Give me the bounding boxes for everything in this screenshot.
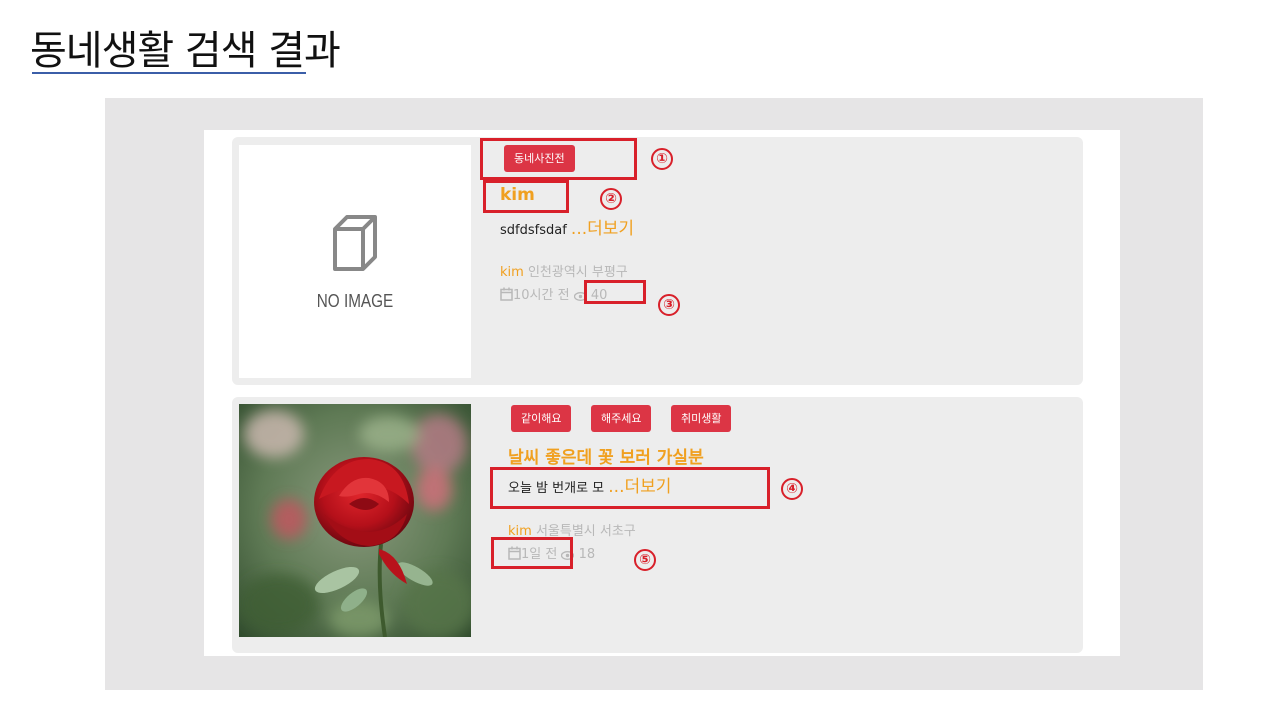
slide-title: 동네생활 검색 결과 (30, 28, 341, 74)
annotation-marker: ② (600, 188, 622, 210)
post-title[interactable]: 날씨 좋은데 꽃 보러 가실분 (508, 443, 704, 468)
read-more-link[interactable]: ...더보기 (571, 219, 634, 239)
post-thumbnail[interactable]: NO IMAGE (239, 145, 471, 378)
annotation-box (490, 467, 770, 509)
annotation-marker: ① (651, 148, 673, 170)
annotation-marker: ③ (658, 294, 680, 316)
tag-badge[interactable]: 같이해요 (511, 405, 572, 432)
post-author[interactable]: kim (500, 265, 524, 280)
annotation-box (491, 537, 573, 569)
post-meta-location: kim 인천광역시 부평구 (500, 261, 628, 280)
tag-badge[interactable]: 해주세요 (591, 405, 652, 432)
post-body: sdfdsfsdaf ...더보기 (500, 214, 634, 239)
annotation-box (480, 138, 637, 180)
post-views: 18 (578, 547, 596, 562)
annotation-box (483, 180, 569, 213)
no-image-label: NO IMAGE (316, 291, 394, 311)
title-underline (32, 72, 306, 74)
post-time: 10시간 전 (513, 288, 570, 303)
calendar-icon (500, 287, 513, 301)
post-thumbnail[interactable] (239, 404, 471, 637)
post-body-text: sdfdsfsdaf (500, 223, 567, 238)
post-location: 인천광역시 부평구 (527, 265, 628, 280)
annotation-box (584, 280, 646, 304)
annotation-marker: ④ (781, 478, 803, 500)
box-icon (333, 215, 377, 271)
annotation-marker: ⑤ (634, 549, 656, 571)
rose-photo (239, 404, 471, 637)
tag-badge[interactable]: 취미생활 (671, 405, 732, 432)
